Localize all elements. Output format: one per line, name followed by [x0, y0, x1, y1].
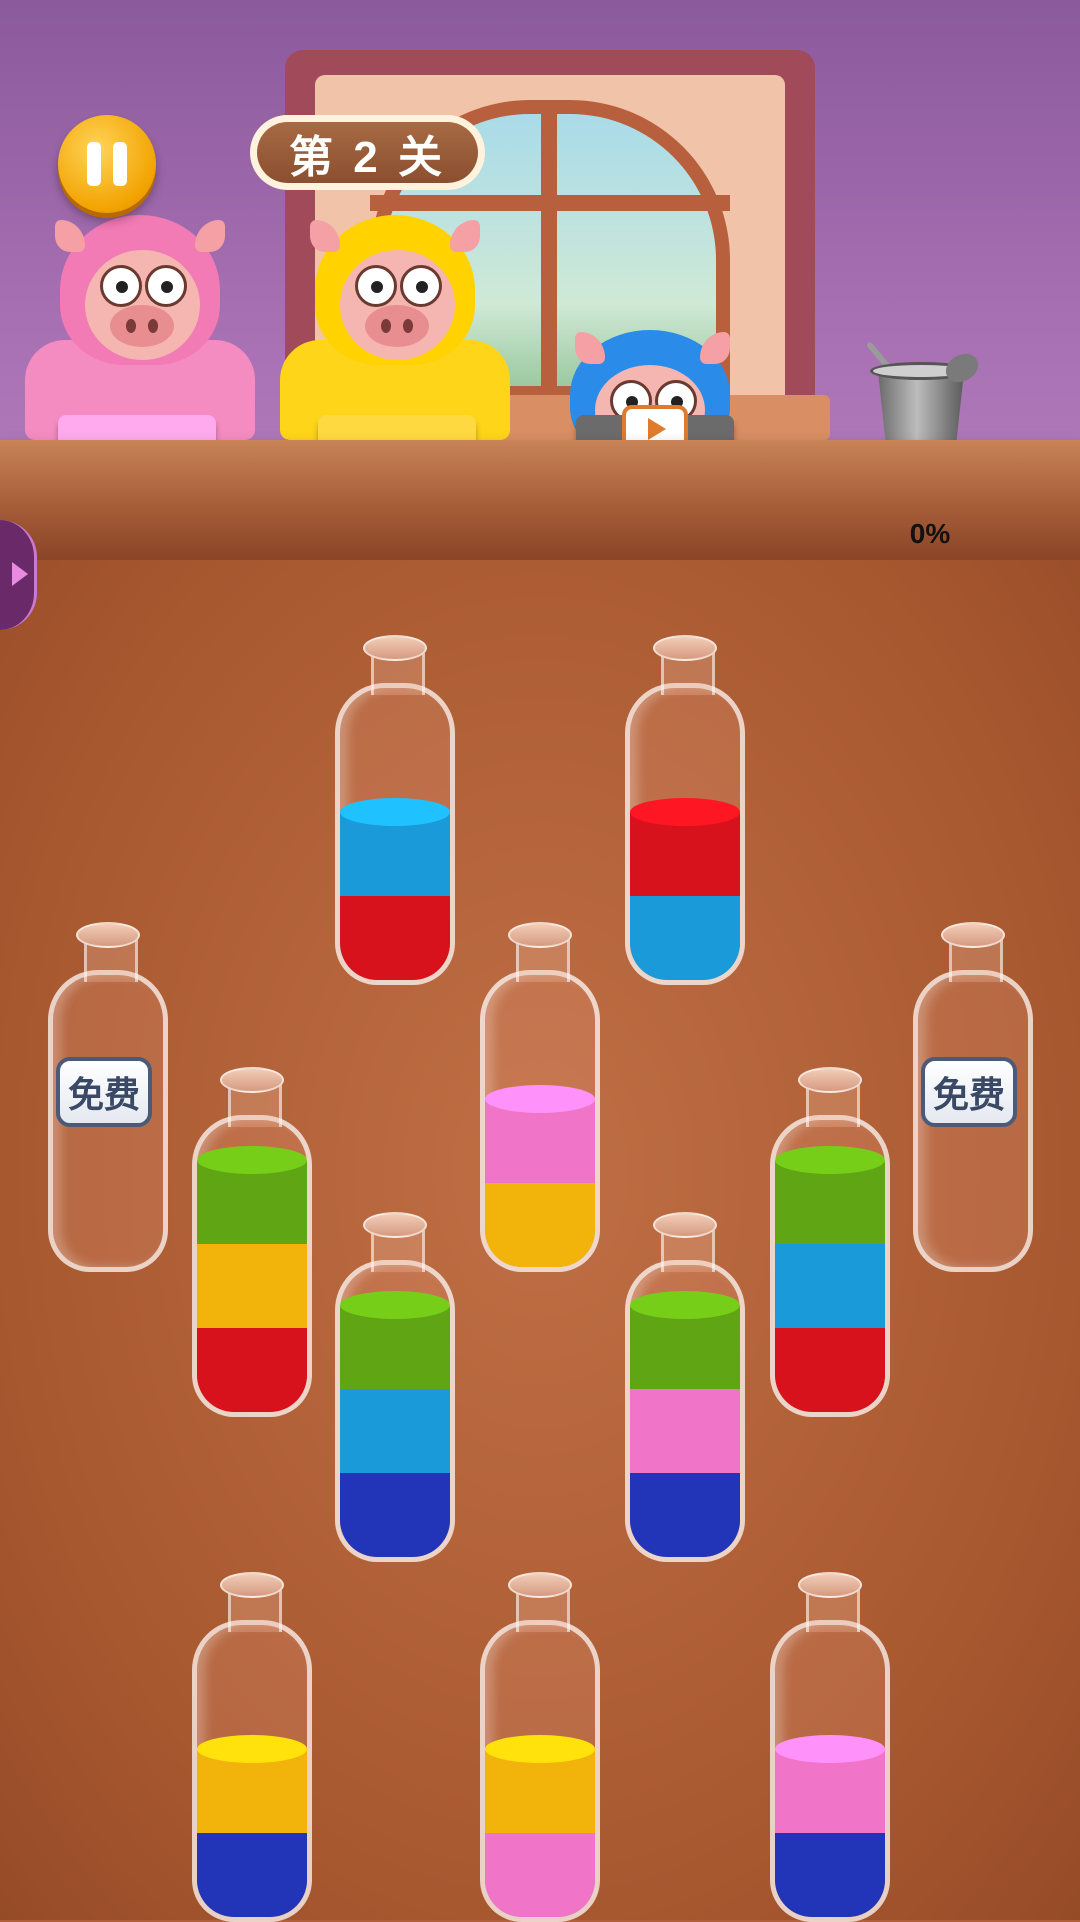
bottle-2[interactable] — [625, 635, 745, 985]
bottle-10[interactable] — [192, 1572, 312, 1922]
bottle-cork — [653, 1212, 717, 1238]
pig-customer-yellow — [270, 210, 520, 440]
bottle-glass — [480, 970, 600, 1272]
liquid-layer-green — [630, 1305, 740, 1389]
liquid-layer-navy — [197, 1833, 307, 1917]
liquid-layer-blue — [775, 1244, 885, 1328]
bottle-glass — [770, 1115, 890, 1417]
chevron-right-icon — [12, 562, 28, 586]
bottle-11[interactable] — [480, 1572, 600, 1922]
bottle-12[interactable] — [770, 1572, 890, 1922]
pause-button[interactable] — [58, 115, 156, 213]
bottle-cork — [508, 922, 572, 948]
liquid-layer-navy — [340, 1473, 450, 1557]
liquid-layer-green — [197, 1160, 307, 1244]
bottle-glass — [192, 1115, 312, 1417]
pig-customer-pink — [15, 210, 265, 440]
pig-ear — [700, 332, 730, 364]
bottle-cork — [363, 1212, 427, 1238]
pig-ear — [575, 332, 605, 364]
liquid-layer-pink — [485, 1099, 595, 1183]
bottle-liquid — [197, 1160, 307, 1412]
bottle-liquid — [340, 812, 450, 980]
liquid-layer-yellow — [197, 1244, 307, 1328]
bottle-glass — [625, 683, 745, 985]
liquid-layer-red — [197, 1328, 307, 1412]
liquid-layer-blue — [340, 812, 450, 896]
pig-ear — [450, 220, 480, 252]
bottle-cork — [798, 1572, 862, 1598]
bottle-glass — [335, 1260, 455, 1562]
bottle-cork — [363, 635, 427, 661]
bottle-liquid — [485, 1099, 595, 1267]
bottle-liquid — [775, 1749, 885, 1917]
bottle-3[interactable]: 免费 — [48, 922, 168, 1272]
top-scene: 0% 第 2 关 — [0, 0, 1080, 560]
bottle-liquid — [485, 1749, 595, 1917]
liquid-layer-red — [630, 812, 740, 896]
level-label: 第 2 关 — [257, 122, 478, 183]
liquid-layer-navy — [775, 1833, 885, 1917]
bottle-liquid — [630, 812, 740, 980]
liquid-layer-navy — [630, 1473, 740, 1557]
bottle-9[interactable] — [625, 1212, 745, 1562]
liquid-layer-blue — [630, 896, 740, 980]
bottle-liquid — [197, 1749, 307, 1917]
free-unlock-badge[interactable]: 免费 — [921, 1057, 1017, 1127]
liquid-layer-yellow — [485, 1183, 595, 1267]
bottle-glass — [625, 1260, 745, 1562]
pause-icon — [87, 142, 101, 186]
liquid-layer-pink — [630, 1389, 740, 1473]
free-unlock-badge[interactable]: 免费 — [56, 1057, 152, 1127]
pig-snout — [110, 305, 174, 347]
liquid-layer-red — [775, 1328, 885, 1412]
bottle-cork — [220, 1067, 284, 1093]
liquid-layer-red — [340, 896, 450, 980]
pig-eye — [145, 265, 187, 307]
pause-icon — [113, 142, 127, 186]
pig-ear — [195, 220, 225, 252]
bottle-4[interactable] — [480, 922, 600, 1272]
pig-ear — [310, 220, 340, 252]
bottle-cork — [653, 635, 717, 661]
liquid-layer-yellow — [197, 1749, 307, 1833]
bottle-liquid — [630, 1305, 740, 1557]
pig-eye — [100, 265, 142, 307]
window-transom — [370, 195, 730, 211]
liquid-layer-green — [340, 1305, 450, 1389]
bottle-8[interactable] — [335, 1212, 455, 1562]
liquid-layer-green — [775, 1160, 885, 1244]
pig-snout — [365, 305, 429, 347]
bottle-cork — [798, 1067, 862, 1093]
pig-eye — [400, 265, 442, 307]
pig-eye — [355, 265, 397, 307]
liquid-layer-pink — [775, 1749, 885, 1833]
bottle-liquid — [775, 1160, 885, 1412]
bottle-glass — [335, 683, 455, 985]
bottle-5[interactable]: 免费 — [913, 922, 1033, 1272]
liquid-layer-yellow — [485, 1749, 595, 1833]
pig-ear — [55, 220, 85, 252]
bottle-glass — [480, 1620, 600, 1922]
liquid-layer-blue — [340, 1389, 450, 1473]
bottle-7[interactable] — [770, 1067, 890, 1417]
progress-percent: 0% — [909, 518, 951, 549]
bottle-1[interactable] — [335, 635, 455, 985]
bottle-liquid — [340, 1305, 450, 1557]
level-badge: 第 2 关 — [250, 115, 485, 190]
bottle-glass — [192, 1620, 312, 1922]
bottle-cork — [941, 922, 1005, 948]
liquid-layer-pink — [485, 1833, 595, 1917]
bottle-6[interactable] — [192, 1067, 312, 1417]
bottle-cork — [508, 1572, 572, 1598]
bottle-cork — [220, 1572, 284, 1598]
bottle-glass — [770, 1620, 890, 1922]
bottle-cork — [76, 922, 140, 948]
